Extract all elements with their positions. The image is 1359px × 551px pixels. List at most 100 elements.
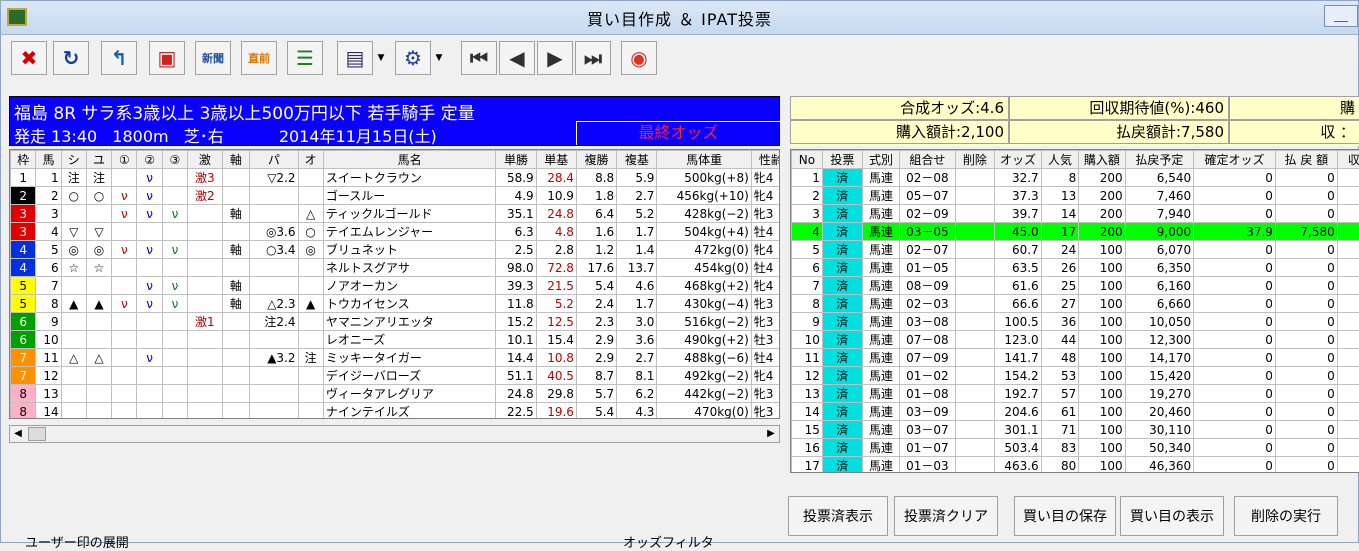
horse-row[interactable]: 69激1注2.4ヤマニンアリエッタ15.212.52.33.0516kg(−2)… (11, 313, 781, 331)
scroll-left-icon[interactable]: ◀ (10, 426, 26, 442)
horse-row[interactable]: 610レオニーズ10.115.42.93.6490kg(+2)牡356.0kg▲… (11, 331, 781, 349)
bet-col-header[interactable]: 削除 (955, 151, 995, 169)
horse-col-header[interactable]: シ (61, 151, 86, 169)
bet-col-header[interactable]: 式別 (862, 151, 900, 169)
bet-col-header[interactable]: 人気 (1041, 151, 1079, 169)
bet-row[interactable]: 16済馬連01－07503.48310050,34000 (792, 439, 1359, 457)
horse-col-header[interactable]: 性齢 (751, 151, 780, 169)
horse-table[interactable]: 枠馬シユ①②③激軸パオ馬名単勝単基複勝複基馬体重性齢負担騎 11注注ν激3▽2.… (9, 149, 780, 419)
window-icon[interactable]: ▣ (149, 41, 185, 75)
delete-cell[interactable] (955, 241, 995, 259)
latest-icon[interactable]: 直前 (241, 41, 277, 75)
horse-row[interactable]: 814ナインテイルズ22.519.65.44.3470kg(0)牝354.0kg… (11, 403, 781, 420)
undo-icon[interactable]: ↰ (101, 41, 137, 75)
minimize-button[interactable]: ＿ (1324, 5, 1358, 27)
bet-col-header[interactable]: 払 戻 額 (1275, 151, 1337, 169)
bet-col-header[interactable]: オッズ (995, 151, 1041, 169)
delete-cell[interactable] (955, 295, 995, 313)
horizontal-scrollbar[interactable]: ◀ ▶ (9, 425, 780, 443)
bet-col-header[interactable]: 収 (1337, 151, 1359, 169)
stop-icon[interactable]: ◉ (621, 41, 657, 75)
horse-col-header[interactable]: 複勝 (576, 151, 616, 169)
bet-row[interactable]: 4済馬連03－0545.0172009,00037.97,580 (792, 223, 1359, 241)
next-icon[interactable]: ▶ (537, 41, 573, 75)
horse-col-header[interactable]: オ (298, 151, 323, 169)
bet-row[interactable]: 11済馬連07－09141.74810014,17000 (792, 349, 1359, 367)
horse-row[interactable]: 813ヴィータアレグリア24.829.85.76.2442kg(−2)牝350.… (11, 385, 781, 403)
dropdown-arrow-icon[interactable]: ▼ (375, 41, 387, 75)
delete-cell[interactable] (955, 421, 995, 439)
delete-cell[interactable] (955, 187, 995, 205)
bet-col-header[interactable]: No (792, 151, 823, 169)
horse-row[interactable]: 711△△ν▲3.2注ミッキータイガー14.410.82.92.7488kg(−… (11, 349, 781, 367)
show-bets-button[interactable]: 買い目の表示 (1120, 496, 1224, 536)
bet-row[interactable]: 15済馬連03－07301.17110030,11000 (792, 421, 1359, 439)
delete-button[interactable]: 削除の実行 (1234, 496, 1338, 536)
delete-cell[interactable] (955, 331, 995, 349)
scroll-thumb[interactable] (28, 427, 46, 441)
delete-cell[interactable] (955, 259, 995, 277)
voted-show-button[interactable]: 投票済表示 (788, 496, 888, 536)
horse-col-header[interactable]: 馬名 (323, 151, 496, 169)
horse-col-header[interactable]: ② (137, 151, 162, 169)
bet-row[interactable]: 5済馬連02－0760.7241006,07000 (792, 241, 1359, 259)
scroll-right-icon[interactable]: ▶ (763, 426, 779, 442)
horse-row[interactable]: 57νν軸ノアオーカン39.321.55.44.6468kg(+2)牝455.0… (11, 277, 781, 295)
newspaper-icon[interactable]: 新聞 (195, 41, 231, 75)
voted-clear-button[interactable]: 投票済クリア (894, 496, 998, 536)
bet-row[interactable]: 2済馬連05－0737.3132007,46000 (792, 187, 1359, 205)
horse-col-header[interactable]: パ (250, 151, 298, 169)
delete-cell[interactable] (955, 457, 995, 474)
bet-col-header[interactable]: 組合せ (900, 151, 955, 169)
bet-col-header[interactable]: 投票 (822, 151, 862, 169)
delete-cell[interactable] (955, 403, 995, 421)
dropdown-arrow-icon[interactable]: ▼ (433, 41, 445, 75)
bet-row[interactable]: 3済馬連02－0939.7142007,94000 (792, 205, 1359, 223)
first-icon[interactable]: ⏮ (461, 41, 497, 75)
bet-row[interactable]: 7済馬連08－0961.6251006,16000 (792, 277, 1359, 295)
horse-row[interactable]: 22○○νν激2ゴースルー4.910.91.82.7456kg(+10)牝454… (11, 187, 781, 205)
close-icon[interactable]: ✖ (11, 41, 47, 75)
horse-col-header[interactable]: 複基 (617, 151, 657, 169)
horse-col-header[interactable]: 単勝 (496, 151, 536, 169)
horse-row[interactable]: 33ννν軸△ティックルゴールド35.124.86.45.2428kg(−2)牝… (11, 205, 781, 223)
delete-cell[interactable] (955, 385, 995, 403)
horse-col-header[interactable]: ユ (86, 151, 111, 169)
bet-row[interactable]: 9済馬連03－08100.53610010,05000 (792, 313, 1359, 331)
delete-cell[interactable] (955, 169, 995, 187)
horse-col-header[interactable]: 単基 (536, 151, 576, 169)
delete-cell[interactable] (955, 223, 995, 241)
refresh-icon[interactable]: ↻ (53, 41, 89, 75)
bet-col-header[interactable]: 確定オッズ (1194, 151, 1276, 169)
bet-row[interactable]: 10済馬連07－08123.04410012,30000 (792, 331, 1359, 349)
last-icon[interactable]: ⏭ (575, 41, 611, 75)
horse-row[interactable]: 58▲▲ννν軸△2.3▲トウカイセンス11.85.22.41.7430kg(−… (11, 295, 781, 313)
horse-row[interactable]: 34▽▽◎3.6○テイエムレンジャー6.34.81.61.7504kg(+4)牡… (11, 223, 781, 241)
bet-row[interactable]: 8済馬連02－0366.6271006,66000 (792, 295, 1359, 313)
horse-col-header[interactable]: ① (112, 151, 137, 169)
bet-row[interactable]: 13済馬連01－08192.75710019,27000 (792, 385, 1359, 403)
numbered-list-icon[interactable]: ☰ (287, 41, 323, 75)
delete-cell[interactable] (955, 277, 995, 295)
bet-col-header[interactable]: 払戻予定 (1125, 151, 1194, 169)
bet-row[interactable]: 6済馬連01－0563.5261006,35000 (792, 259, 1359, 277)
horse-col-header[interactable]: 枠 (11, 151, 36, 169)
horse-col-header[interactable]: 馬 (36, 151, 61, 169)
bet-col-header[interactable]: 購入額 (1079, 151, 1125, 169)
horse-row[interactable]: 46☆☆ネルトスグアサ98.072.817.613.7454kg(0)牡457.… (11, 259, 781, 277)
delete-cell[interactable] (955, 349, 995, 367)
horse-col-header[interactable]: ③ (162, 151, 187, 169)
bet-row[interactable]: 1済馬連02－0832.782006,54000 (792, 169, 1359, 187)
horse-col-header[interactable]: 軸 (222, 151, 250, 169)
save-bets-button[interactable]: 買い目の保存 (1014, 496, 1116, 536)
document-icon[interactable]: ▤ (337, 41, 373, 75)
bet-row[interactable]: 14済馬連03－09204.66110020,46000 (792, 403, 1359, 421)
horse-col-header[interactable]: 馬体重 (657, 151, 751, 169)
horse-col-header[interactable]: 激 (188, 151, 223, 169)
horse-row[interactable]: 45◎◎ννν軸○3.4◎ブリュネット2.52.81.21.4472kg(0)牝… (11, 241, 781, 259)
bet-row[interactable]: 17済馬連01－03463.68010046,36000 (792, 457, 1359, 474)
delete-cell[interactable] (955, 205, 995, 223)
delete-cell[interactable] (955, 313, 995, 331)
prev-icon[interactable]: ◀ (499, 41, 535, 75)
bet-row[interactable]: 12済馬連01－02154.25310015,42000 (792, 367, 1359, 385)
